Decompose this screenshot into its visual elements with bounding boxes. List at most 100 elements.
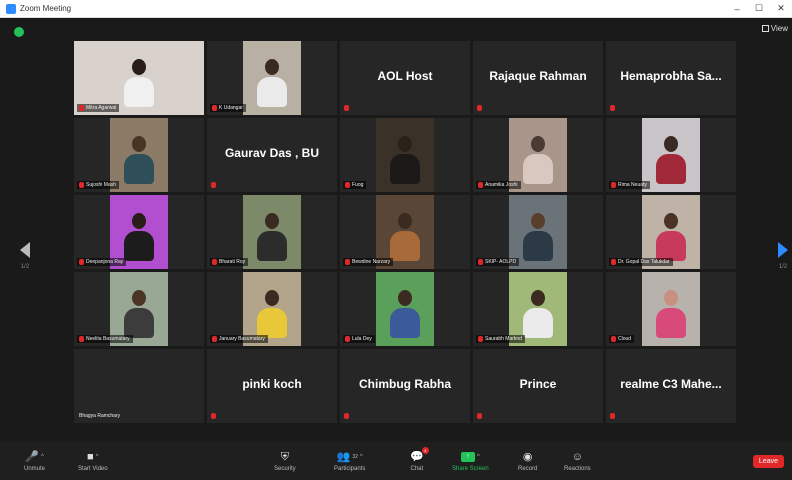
participant-tile[interactable]: Deepanjona Ray	[74, 195, 204, 269]
muted-mic-icon	[79, 259, 84, 265]
participant-name-tag: Sujoshi Mash	[77, 181, 120, 189]
chat-badge: 4	[421, 447, 429, 454]
participant-tile[interactable]: Fuog	[340, 118, 470, 192]
meeting-toolbar: 🎤 ^ Unmute ■ ^ Start Video ⛨ Security 👥 32 ^…	[0, 442, 792, 480]
muted-mic-icon	[610, 413, 615, 419]
window-controls: – ☐ ✕	[726, 0, 792, 18]
share-screen-button[interactable]: ↑ ^ Share Screen	[452, 450, 489, 472]
participant-figure	[656, 308, 686, 338]
participants-icon: 👥 32 ^	[336, 451, 363, 463]
minimize-button[interactable]: –	[726, 0, 748, 18]
participant-name: Cloud	[618, 336, 632, 342]
participant-tile[interactable]: January Basumatary	[207, 272, 337, 346]
participant-name-tag: Bhagya Ramchary	[77, 412, 123, 420]
participant-name-tag: Fuog	[343, 181, 367, 189]
arrow-left-icon	[20, 242, 30, 258]
participant-name: pinki koch	[242, 377, 302, 391]
participant-tile[interactable]: Anamika Joshi	[473, 118, 603, 192]
participant-figure	[124, 231, 154, 261]
record-button[interactable]: ◉ Record	[518, 450, 537, 472]
participant-tile[interactable]: Lula Dey	[340, 272, 470, 346]
participant-video	[243, 195, 301, 269]
grid-view-icon	[761, 25, 769, 32]
share-screen-icon: ↑	[460, 452, 475, 462]
participant-name: Neelita Basumatary	[86, 336, 130, 342]
muted-mic-icon	[477, 105, 482, 111]
participant-tile[interactable]: Bhagya Ramchary	[74, 349, 204, 423]
participant-name: realme C3 Mahe...	[620, 377, 722, 391]
previous-page-button[interactable]: 1/2	[18, 242, 32, 270]
muted-mic-icon	[79, 336, 84, 342]
participant-figure	[265, 290, 279, 306]
participant-tile[interactable]: K Udangar	[207, 41, 337, 115]
participant-name: Saurabh Marknd	[485, 336, 522, 342]
participant-tile[interactable]: Bharati Roy	[207, 195, 337, 269]
start-video-button[interactable]: ■ ^ Start Video	[78, 450, 108, 472]
participant-name: Bewdine Narzary	[352, 259, 391, 265]
participant-tile[interactable]: Sujoshi Mash	[74, 118, 204, 192]
participant-figure	[257, 308, 287, 338]
participant-name: Hemaprobha Sa...	[620, 69, 722, 83]
participant-name: January Basumatary	[219, 336, 265, 342]
participant-tile[interactable]: Hemaprobha Sa...	[606, 41, 736, 115]
encryption-shield-icon[interactable]	[14, 27, 24, 37]
participant-tile[interactable]: Rajaque Rahman	[473, 41, 603, 115]
muted-mic-icon	[79, 105, 84, 111]
participant-figure	[265, 59, 279, 75]
participant-tile[interactable]: Neelita Basumatary	[74, 272, 204, 346]
participant-video	[243, 41, 301, 115]
participant-figure	[664, 136, 678, 152]
participant-name-tag: Neelita Basumatary	[77, 335, 133, 343]
participant-name-tag: SKIP- AOLPD	[476, 258, 520, 266]
participant-tile[interactable]: Dr. Gopal Das Talukdar	[606, 195, 736, 269]
participant-tile[interactable]: Gaurav Das , BU	[207, 118, 337, 192]
participant-name-tag: Deepanjona Ray	[77, 258, 127, 266]
participant-name: Prince	[519, 377, 557, 391]
chat-button[interactable]: 💬 4 Chat	[410, 447, 429, 472]
muted-mic-icon	[611, 259, 616, 265]
reactions-button[interactable]: ☺ Reactions	[564, 450, 591, 472]
participant-name-tag: Bharati Roy	[210, 258, 249, 266]
view-button[interactable]: View	[761, 24, 788, 33]
participant-name: Fuog	[352, 182, 364, 188]
muted-mic-icon	[212, 105, 217, 111]
participant-figure	[531, 290, 545, 306]
participant-tile[interactable]: Mitra Agarwal	[74, 41, 204, 115]
participant-name-tag: Rima Neuaty	[609, 181, 650, 189]
leave-button[interactable]: Leave	[752, 455, 784, 468]
participant-tile[interactable]: Rima Neuaty	[606, 118, 736, 192]
unmute-button[interactable]: 🎤 ^ Unmute	[24, 450, 45, 472]
participant-figure	[132, 290, 146, 306]
muted-mic-icon	[477, 413, 482, 419]
participant-tile[interactable]: Cloud	[606, 272, 736, 346]
muted-mic-icon	[478, 336, 483, 342]
participant-figure	[124, 154, 154, 184]
participants-button[interactable]: 👥 32 ^ Participants	[334, 450, 365, 472]
close-button[interactable]: ✕	[770, 0, 792, 18]
participant-figure	[124, 308, 154, 338]
video-camera-off-icon: ■ ^	[87, 451, 99, 463]
next-page-button[interactable]: 1/2	[776, 242, 790, 270]
shield-icon: ⛨	[280, 451, 289, 463]
participant-tile[interactable]: realme C3 Mahe...	[606, 349, 736, 423]
participant-tile[interactable]: Bewdine Narzary	[340, 195, 470, 269]
participant-tile[interactable]: AOL Host	[340, 41, 470, 115]
muted-mic-icon	[611, 336, 616, 342]
participant-tile[interactable]: pinki koch	[207, 349, 337, 423]
participant-tile[interactable]: Chimbug Rabha	[340, 349, 470, 423]
security-button[interactable]: ⛨ Security	[274, 450, 296, 472]
maximize-button[interactable]: ☐	[748, 0, 770, 18]
participant-video	[642, 118, 700, 192]
muted-mic-icon	[345, 259, 350, 265]
participant-name-tag: Mitra Agarwal	[77, 104, 120, 112]
record-icon: ◉	[522, 451, 533, 463]
participant-name-tag: January Basumatary	[210, 335, 268, 343]
participant-name: Anamika Joshi	[485, 182, 518, 188]
participant-tile[interactable]: SKIP- AOLPD	[473, 195, 603, 269]
microphone-muted-icon: 🎤 ^	[25, 451, 44, 463]
participant-figure	[390, 231, 420, 261]
participant-tile[interactable]: Prince	[473, 349, 603, 423]
participant-video	[642, 272, 700, 346]
participant-tile[interactable]: Saurabh Marknd	[473, 272, 603, 346]
participant-figure	[132, 136, 146, 152]
